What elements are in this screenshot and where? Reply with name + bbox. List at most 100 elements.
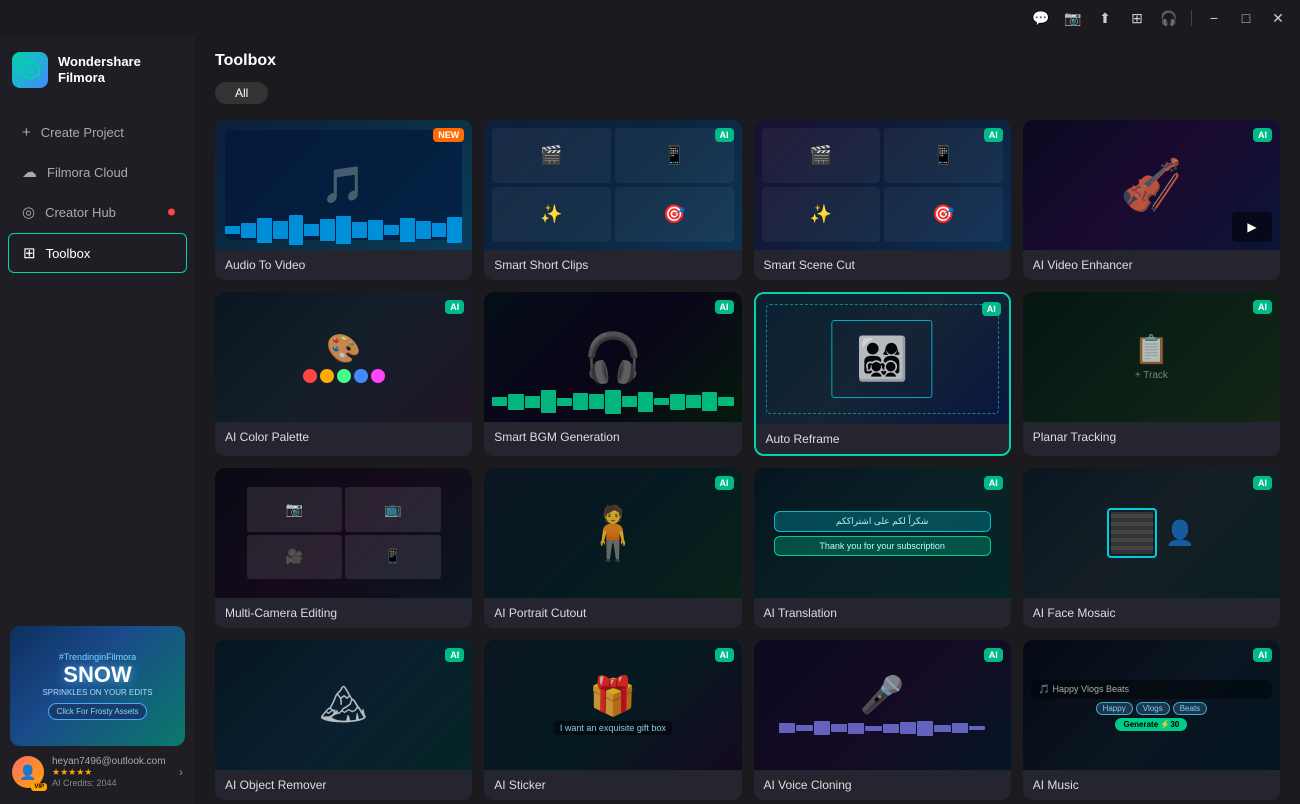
badge-smart-bgm-generation: AI: [715, 300, 734, 314]
logo-area: Wondershare Filmora: [0, 36, 195, 112]
sidebar-item-create-project[interactable]: + Create Project: [8, 114, 187, 151]
tool-card-ai-translation[interactable]: شكراً لكم على اشتراككم Thank you for you…: [754, 468, 1011, 628]
tool-card-multi-camera-editing[interactable]: 📷 📺 🎥 📱 Multi-Camera Editing: [215, 468, 472, 628]
nav-label-toolbox: Toolbox: [46, 246, 91, 261]
badge-ai-voice-cloning: AI: [984, 648, 1003, 662]
badge-ai-music: AI: [1253, 648, 1272, 662]
tools-grid: 🎵 NEW Audio To Video 🎬 📱 ✨ 🎯 AI: [215, 120, 1280, 800]
nav-label-creator-hub: Creator Hub: [45, 205, 116, 220]
minimize-button[interactable]: −: [1200, 4, 1228, 32]
tool-thumb-ai-color-palette: 🎨 AI: [215, 292, 472, 422]
filter-tabs: All: [215, 82, 1280, 104]
tool-card-auto-reframe[interactable]: 👨‍👩‍👧‍👦 AI Auto Reframe: [754, 292, 1011, 456]
tool-card-ai-face-mosaic[interactable]: 👤 AI AI Face Mosaic: [1023, 468, 1280, 628]
tool-label-ai-object-remover: AI Object Remover: [215, 770, 472, 800]
logo-text: Wondershare Filmora: [58, 54, 141, 85]
tool-card-ai-object-remover[interactable]: 🏔 AI AI Object Remover: [215, 640, 472, 800]
tool-card-smart-bgm-generation[interactable]: 🎧 AI Smart BGM Generation: [484, 292, 741, 456]
vip-badge: VIP: [31, 783, 47, 791]
tool-thumb-ai-sticker: 🎁 I want an exquisite gift box AI: [484, 640, 741, 770]
user-info: heyan7496@outlook.com ★★★★★ AI Credits: …: [52, 756, 171, 788]
badge-ai-color-palette: AI: [445, 300, 464, 314]
camera-icon[interactable]: 📷: [1059, 4, 1087, 32]
nav-icon-creator-hub: ◎: [22, 203, 35, 221]
tool-card-smart-scene-cut[interactable]: 🎬 📱 ✨ 🎯 AI Smart Scene Cut: [754, 120, 1011, 280]
titlebar: 💬 📷 ⬆ ⊞ 🎧 − □ ✕: [0, 0, 1300, 36]
user-credits: AI Credits: 2044: [52, 778, 171, 788]
tool-thumb-smart-short-clips: 🎬 📱 ✨ 🎯 AI: [484, 120, 741, 250]
user-arrow-icon: ›: [179, 765, 183, 779]
tool-label-audio-to-video: Audio To Video: [215, 250, 472, 280]
tool-card-smart-short-clips[interactable]: 🎬 📱 ✨ 🎯 AI Smart Short Clips: [484, 120, 741, 280]
badge-smart-short-clips: AI: [715, 128, 734, 142]
filter-tab-all[interactable]: All: [215, 82, 268, 104]
promo-subtext: SPRINKLES ON YOUR EDITS: [42, 688, 152, 697]
sidebar-user[interactable]: 👤 VIP heyan7496@outlook.com ★★★★★ AI Cre…: [0, 746, 195, 788]
tool-label-smart-bgm-generation: Smart BGM Generation: [484, 422, 741, 452]
headphone-icon[interactable]: 🎧: [1155, 4, 1183, 32]
close-button[interactable]: ✕: [1264, 4, 1292, 32]
upload-icon[interactable]: ⬆: [1091, 4, 1119, 32]
tool-card-planar-tracking[interactable]: 📋 + Track AI Planar Tracking: [1023, 292, 1280, 456]
nav-icon-toolbox: ⊞: [23, 244, 36, 262]
badge-ai-portrait-cutout: AI: [715, 476, 734, 490]
tool-card-ai-voice-cloning[interactable]: 🎤 AI AI Voice Cloning: [754, 640, 1011, 800]
sidebar-item-toolbox[interactable]: ⊞ Toolbox: [8, 233, 187, 273]
badge-ai-face-mosaic: AI: [1253, 476, 1272, 490]
app-logo-icon: [12, 52, 48, 88]
main-content: Wondershare Filmora + Create Project ☁ F…: [0, 36, 1300, 804]
tool-label-ai-color-palette: AI Color Palette: [215, 422, 472, 452]
nav-icon-create-project: +: [22, 124, 31, 141]
tool-card-ai-video-enhancer[interactable]: 🎻 ▶ AI AI Video Enhancer: [1023, 120, 1280, 280]
logo-brand-line2: Filmora: [58, 70, 141, 86]
tool-thumb-ai-portrait-cutout: 🧍 AI: [484, 468, 741, 598]
tool-label-ai-face-mosaic: AI Face Mosaic: [1023, 598, 1280, 628]
logo-brand-line1: Wondershare: [58, 54, 141, 70]
tool-thumb-ai-video-enhancer: 🎻 ▶ AI: [1023, 120, 1280, 250]
sidebar: Wondershare Filmora + Create Project ☁ F…: [0, 36, 195, 804]
nav-icon-filmora-cloud: ☁: [22, 163, 37, 181]
tool-thumb-smart-bgm-generation: 🎧 AI: [484, 292, 741, 422]
sidebar-item-filmora-cloud[interactable]: ☁ Filmora Cloud: [8, 153, 187, 191]
tool-label-ai-voice-cloning: AI Voice Cloning: [754, 770, 1011, 800]
tool-label-ai-sticker: AI Sticker: [484, 770, 741, 800]
promo-button[interactable]: Click For Frosty Assets: [48, 703, 148, 720]
tool-thumb-ai-translation: شكراً لكم على اشتراككم Thank you for you…: [754, 468, 1011, 598]
tool-thumb-auto-reframe: 👨‍👩‍👧‍👦 AI: [756, 294, 1009, 424]
tool-thumb-multi-camera-editing: 📷 📺 🎥 📱: [215, 468, 472, 598]
badge-ai-translation: AI: [984, 476, 1003, 490]
tool-thumb-ai-voice-cloning: 🎤 AI: [754, 640, 1011, 770]
tool-card-ai-sticker[interactable]: 🎁 I want an exquisite gift box AI AI Sti…: [484, 640, 741, 800]
tool-label-smart-short-clips: Smart Short Clips: [484, 250, 741, 280]
badge-planar-tracking: AI: [1253, 300, 1272, 314]
tool-thumb-ai-face-mosaic: 👤 AI: [1023, 468, 1280, 598]
content-area: Toolbox All 🎵 NEW Audio To Video: [195, 36, 1300, 804]
tool-label-planar-tracking: Planar Tracking: [1023, 422, 1280, 452]
badge-smart-scene-cut: AI: [984, 128, 1003, 142]
maximize-button[interactable]: □: [1232, 4, 1260, 32]
notification-dot-creator-hub: [168, 209, 175, 216]
user-email: heyan7496@outlook.com: [52, 756, 171, 767]
badge-auto-reframe: AI: [982, 302, 1001, 316]
tool-label-ai-portrait-cutout: AI Portrait Cutout: [484, 598, 741, 628]
tool-thumb-ai-music: 🎵 Happy Vlogs Beats Happy Vlogs Beats Ge…: [1023, 640, 1280, 770]
tool-label-ai-music: AI Music: [1023, 770, 1280, 800]
tool-label-ai-video-enhancer: AI Video Enhancer: [1023, 250, 1280, 280]
tool-card-ai-portrait-cutout[interactable]: 🧍 AI AI Portrait Cutout: [484, 468, 741, 628]
sidebar-promo[interactable]: #TrendinginFilmora SNOW SPRINKLES ON YOU…: [10, 626, 185, 746]
tool-thumb-smart-scene-cut: 🎬 📱 ✨ 🎯 AI: [754, 120, 1011, 250]
tool-label-smart-scene-cut: Smart Scene Cut: [754, 250, 1011, 280]
tool-card-ai-color-palette[interactable]: 🎨 AI AI Color Palette: [215, 292, 472, 456]
user-avatar: 👤 VIP: [12, 756, 44, 788]
sidebar-item-creator-hub[interactable]: ◎ Creator Hub: [8, 193, 187, 231]
badge-ai-object-remover: AI: [445, 648, 464, 662]
grid-icon[interactable]: ⊞: [1123, 4, 1151, 32]
tool-label-auto-reframe: Auto Reframe: [756, 424, 1009, 454]
tool-thumb-audio-to-video: 🎵 NEW: [215, 120, 472, 250]
tool-card-ai-music[interactable]: 🎵 Happy Vlogs Beats Happy Vlogs Beats Ge…: [1023, 640, 1280, 800]
tool-card-audio-to-video[interactable]: 🎵 NEW Audio To Video: [215, 120, 472, 280]
tool-label-ai-translation: AI Translation: [754, 598, 1011, 628]
promo-hashtag: #TrendinginFilmora: [59, 652, 136, 662]
message-icon[interactable]: 💬: [1027, 4, 1055, 32]
badge-audio-to-video: NEW: [433, 128, 464, 142]
